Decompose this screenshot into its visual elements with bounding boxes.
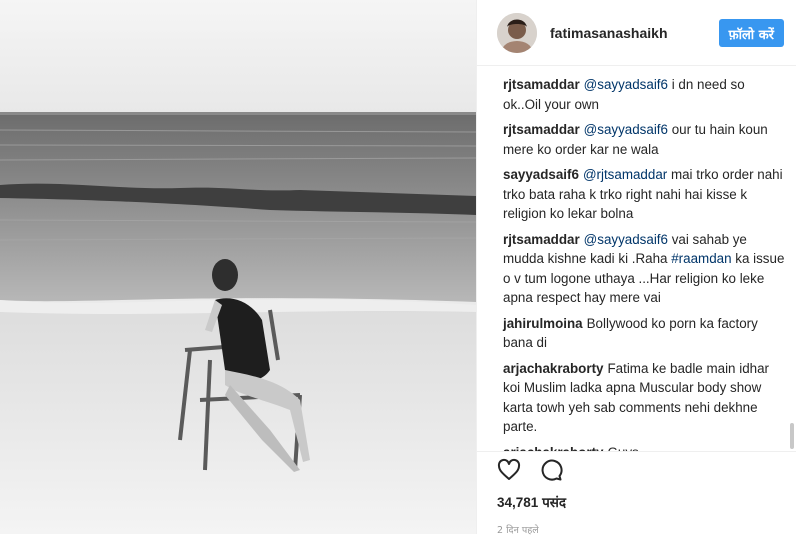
comment-item: arjachakraborty Fatima ke badle main idha… (503, 359, 786, 437)
beach-photo-illustration (0, 0, 476, 534)
likes-count[interactable]: 34,781 पसंद (497, 493, 776, 511)
likes-label: पसंद (542, 495, 567, 510)
avatar-image (497, 12, 537, 53)
comment-username[interactable]: rjtsamaddar (503, 122, 580, 137)
avatar[interactable] (497, 12, 537, 53)
post-timestamp[interactable]: 2 दिन पहले (497, 523, 776, 536)
comment-item: jahirulmoina Bollywood ko porn ka factory… (503, 314, 786, 353)
mention-link[interactable]: @sayyadsaif6 (584, 232, 668, 247)
post-photo[interactable] (0, 0, 476, 534)
hashtag-link[interactable]: #raamdan (671, 251, 731, 266)
mention-link[interactable]: @sayyadsaif6 (584, 122, 668, 137)
likes-number: 34,781 (497, 495, 539, 510)
comments-scrollbar[interactable] (790, 423, 794, 449)
comment-username[interactable]: arjachakraborty (503, 361, 603, 376)
comment-icon[interactable] (539, 458, 563, 487)
instagram-post: fatimasanashaikh फ़ॉलो करें rjtsamaddar @… (0, 0, 796, 536)
follow-button[interactable]: फ़ॉलो करें (718, 18, 784, 47)
comment-username[interactable]: rjtsamaddar (503, 77, 580, 92)
mention-link[interactable]: @rjtsamaddar (583, 167, 667, 182)
post-actions: 34,781 पसंद 2 दिन पहले (477, 451, 796, 536)
post-header: fatimasanashaikh फ़ॉलो करें (477, 0, 796, 66)
comment-username[interactable]: sayyadsaif6 (503, 167, 579, 182)
comments-list[interactable]: rjtsamaddar @sayyadsaif6 i dn need so ok.… (477, 66, 796, 451)
comment-item: rjtsamaddar @sayyadsaif6 vai sahab ye mud… (503, 230, 786, 308)
comment-item: arjachakrabortyGuys. (503, 443, 786, 452)
post-sidebar: fatimasanashaikh फ़ॉलो करें rjtsamaddar @… (476, 0, 796, 536)
comment-item: rjtsamaddar @sayyadsaif6 our tu hain koun… (503, 120, 786, 159)
comment-item: rjtsamaddar @sayyadsaif6 i dn need so ok.… (503, 75, 786, 114)
comment-item: sayyadsaif6 @rjtsamaddar mai trko order n… (503, 165, 786, 224)
comment-username[interactable]: rjtsamaddar (503, 232, 580, 247)
comment-username[interactable]: jahirulmoina (503, 316, 583, 331)
mention-link[interactable]: @sayyadsaif6 (584, 77, 668, 92)
post-username[interactable]: fatimasanashaikh (550, 25, 719, 41)
heart-icon[interactable] (497, 458, 521, 487)
